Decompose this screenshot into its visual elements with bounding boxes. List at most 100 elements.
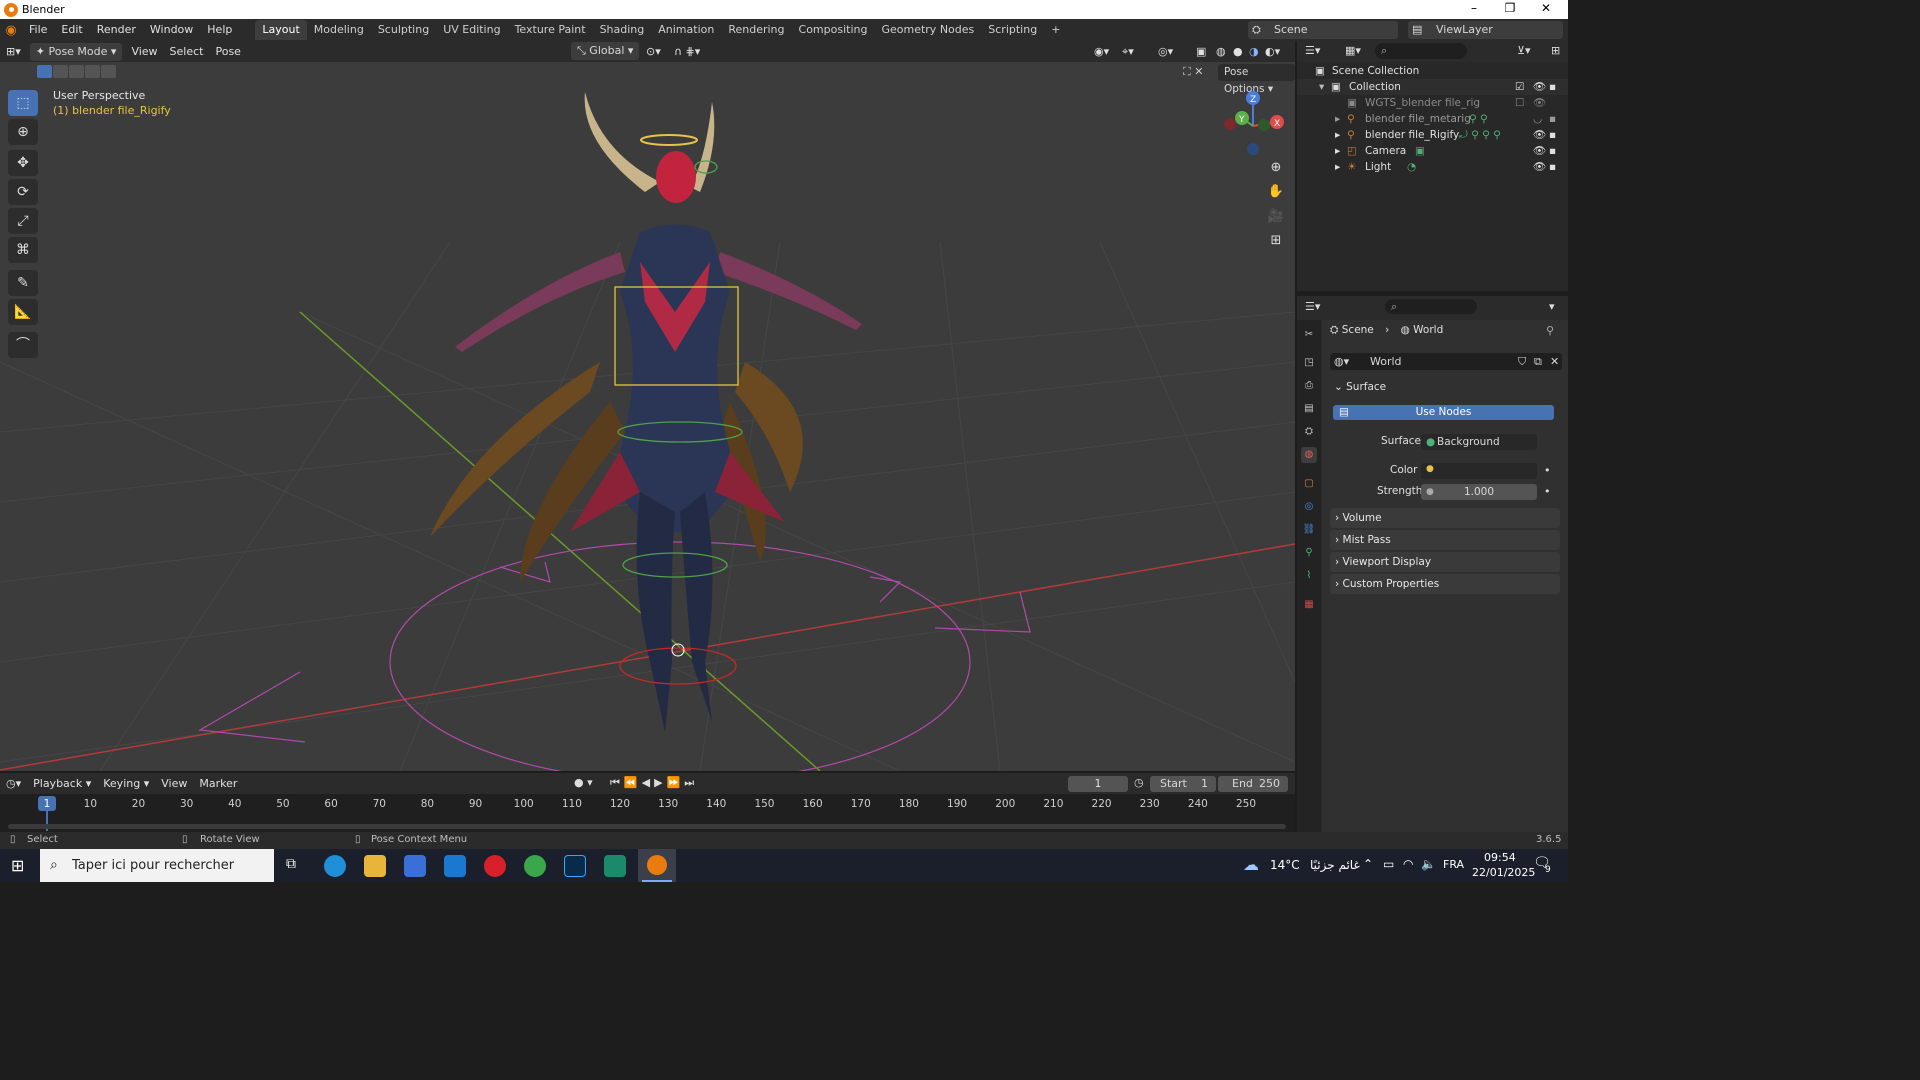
render-camera-icon[interactable]: ▪ — [1549, 159, 1556, 175]
menu-pose[interactable]: Pose — [209, 42, 246, 62]
menu-playback[interactable]: Playback ▾ — [27, 774, 97, 794]
keyframe-dot-icon[interactable]: • — [1544, 485, 1551, 498]
timeline-scrollbar[interactable] — [8, 824, 1286, 829]
select-invert-icon[interactable] — [85, 65, 100, 78]
jump-start-icon[interactable]: ⏮ — [610, 776, 624, 789]
edge-icon[interactable] — [324, 855, 346, 877]
filter-icon[interactable]: ⊻▾ — [1517, 44, 1531, 57]
taskbar-search-input[interactable]: ⌕ Taper ici pour rechercher — [40, 849, 274, 882]
bone-tab-icon[interactable]: ⌇ — [1301, 568, 1317, 584]
scale-tool-icon[interactable]: ⤢ — [8, 208, 38, 234]
expand-arrow-icon[interactable]: ▸ — [1335, 159, 1340, 175]
visibility-eye-icon[interactable]: 👁 — [1533, 95, 1546, 111]
object-tab-icon[interactable]: ▢ — [1301, 476, 1317, 492]
play-icon[interactable]: ▶ — [654, 776, 666, 789]
viewlayer-selector[interactable]: ▤ ViewLayer — [1408, 21, 1563, 39]
outliner-row-rigify[interactable]: ▸ ⚲ blender file_Rigify ⤾ ⚲ ⚲ ⚲ 👁 ▪ — [1297, 127, 1568, 143]
constraints-tab-icon[interactable]: ⛓ — [1301, 522, 1317, 538]
render-camera-icon[interactable]: ▪ — [1549, 111, 1556, 127]
unlink-icon[interactable]: ✕ — [1550, 353, 1559, 370]
pin-icon[interactable]: ⚲ — [1546, 324, 1554, 337]
checkbox-icon[interactable]: ☑ — [1515, 79, 1524, 95]
visibility-eye-icon[interactable]: 👁 — [1533, 143, 1546, 159]
task-view-icon[interactable]: ⧉ — [286, 856, 296, 872]
tab-compositing[interactable]: Compositing — [792, 20, 875, 40]
menu-window[interactable]: Window — [143, 19, 200, 41]
tab-uv-editing[interactable]: UV Editing — [436, 20, 507, 40]
overlays-icon[interactable]: ◎▾ — [1152, 42, 1179, 62]
menu-file[interactable]: File — [22, 19, 54, 41]
menu-select[interactable]: Select — [164, 42, 210, 62]
annotate-tool-icon[interactable]: ✎ — [8, 270, 38, 296]
outliner-row-metarig[interactable]: ▸ ⚲ blender file_metarig ⚲ ⚲ ◡ ▪ — [1297, 111, 1568, 127]
add-workspace-button[interactable]: + — [1044, 20, 1067, 40]
outlook-icon[interactable] — [444, 855, 466, 877]
select-new-icon[interactable] — [37, 65, 52, 78]
tab-shading[interactable]: Shading — [593, 20, 652, 40]
view-layer-tab-icon[interactable]: ▤ — [1301, 401, 1317, 417]
render-tab-icon[interactable]: ◳ — [1301, 355, 1317, 371]
play-reverse-icon[interactable]: ◀ — [642, 776, 654, 789]
3d-viewport[interactable]: ⬚ ⊕ ✥ ⟳ ⤢ ⌘ ✎ 📐 ⌒ User Perspective (1) b… — [0, 62, 1295, 771]
render-camera-icon[interactable]: ▪ — [1549, 127, 1556, 143]
sidebar-toggle-icon[interactable]: ⛶ ✕ — [1183, 65, 1203, 79]
outliner-row-wgts[interactable]: ▣ WGTS_blender file_rig ☐ 👁 — [1297, 95, 1568, 111]
end-frame-field[interactable]: End 250 — [1218, 776, 1288, 792]
armature-data-tab-icon[interactable]: ⚲ — [1301, 545, 1317, 561]
scene-selector[interactable]: ⛭ Scene — [1248, 21, 1398, 39]
volume-panel[interactable]: › Volume — [1330, 508, 1560, 528]
scene-tab-icon[interactable]: ⛭ — [1301, 424, 1317, 440]
fake-user-icon[interactable]: ⛉ — [1518, 353, 1526, 370]
windows-start-icon[interactable]: ⊞ — [11, 856, 24, 875]
outliner-row-light[interactable]: ▸ ☀ Light ◔ 👁 ▪ — [1297, 159, 1568, 175]
close-button[interactable]: ✕ — [1528, 0, 1564, 19]
outliner-editor-type-icon[interactable]: ☰▾ — [1305, 44, 1320, 57]
outliner-row-collection[interactable]: ▾ ▣ Collection ☑ 👁 ▪ — [1297, 79, 1568, 95]
ortho-toggle-icon[interactable]: ⊞ — [1264, 230, 1288, 252]
visibility-eye-icon[interactable]: 👁 — [1533, 79, 1546, 95]
tab-scripting[interactable]: Scripting — [981, 20, 1044, 40]
visibility-eye-icon[interactable]: 👁 — [1533, 159, 1546, 175]
pose-options-dropdown[interactable]: Pose Options ▾ — [1218, 64, 1295, 95]
render-camera-icon[interactable]: ▪ — [1549, 143, 1556, 159]
start-frame-field[interactable]: Start 1 — [1150, 776, 1216, 792]
visibility-icon[interactable]: ◉▾ — [1088, 42, 1115, 62]
battery-icon[interactable]: ▭ — [1383, 857, 1394, 871]
volume-icon[interactable]: 🔈 — [1421, 857, 1436, 871]
texture-tab-icon[interactable]: ▦ — [1301, 597, 1317, 613]
weather-temp[interactable]: 14°C — [1270, 858, 1300, 872]
pivot-icon[interactable]: ⊙▾ — [640, 42, 667, 62]
outliner-row-scene-collection[interactable]: ▣ Scene Collection — [1297, 63, 1568, 79]
select-extend-icon[interactable] — [53, 65, 68, 78]
menu-render[interactable]: Render — [90, 19, 143, 41]
navigation-gizmo[interactable]: Z X Y — [1220, 88, 1290, 158]
outliner-row-camera[interactable]: ▸ ◰ Camera ▣ 👁 ▪ — [1297, 143, 1568, 159]
zoom-icon[interactable]: ⊕ — [1264, 157, 1288, 179]
tab-texture-paint[interactable]: Texture Paint — [508, 20, 593, 40]
world-tab-icon[interactable]: ◍ — [1301, 447, 1317, 463]
menu-edit[interactable]: Edit — [54, 19, 89, 41]
tab-layout[interactable]: Layout — [255, 20, 307, 40]
preview-range-icon[interactable]: ◷ — [1134, 776, 1144, 789]
expand-arrow-icon[interactable]: ▾ — [1319, 79, 1324, 95]
gizmo-toggle-icon[interactable]: ⌖▾ — [1116, 42, 1140, 62]
surface-panel-header[interactable]: ⌄ Surface — [1334, 381, 1386, 393]
record-icon[interactable]: ● ▾ — [574, 776, 593, 789]
maximize-button[interactable]: ❐ — [1492, 0, 1528, 19]
camera-view-icon[interactable]: 🎥 — [1264, 206, 1288, 228]
menu-marker[interactable]: Marker — [193, 774, 243, 794]
language-indicator[interactable]: FRA — [1443, 858, 1464, 871]
bone-tool-icon[interactable]: ⌒ — [8, 332, 38, 358]
rotate-tool-icon[interactable]: ⟳ — [8, 179, 38, 205]
properties-editor-type-icon[interactable]: ☰▾ — [1305, 300, 1320, 313]
select-subtract-icon[interactable] — [69, 65, 84, 78]
physics-tab-icon[interactable]: ◎ — [1301, 499, 1317, 515]
prev-keyframe-icon[interactable]: ⏪ — [624, 776, 642, 789]
measure-tool-icon[interactable]: 📐 — [8, 299, 38, 325]
snap-icon[interactable]: ∩ ⋕▾ — [668, 42, 706, 62]
clock-date[interactable]: 22/01/2025 — [1472, 866, 1535, 879]
new-collection-icon[interactable]: ⊞ — [1551, 44, 1560, 57]
tab-modeling[interactable]: Modeling — [307, 20, 371, 40]
checkbox-icon[interactable]: ☐ — [1515, 95, 1524, 111]
display-mode-icon[interactable]: ▦▾ — [1345, 44, 1361, 57]
